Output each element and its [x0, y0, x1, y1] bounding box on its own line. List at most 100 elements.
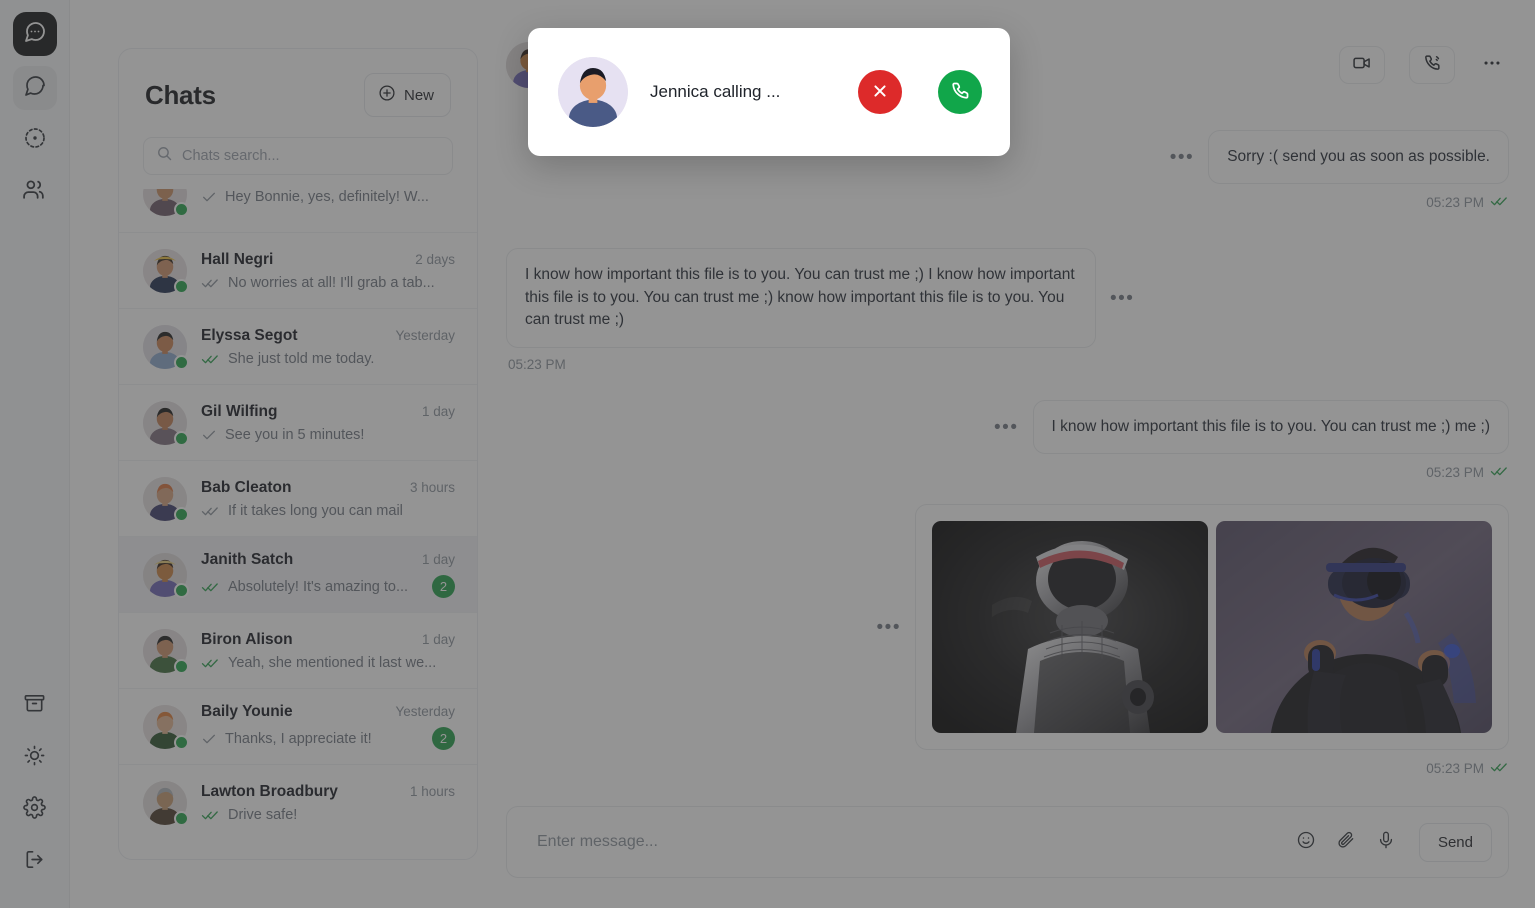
chat-list-item[interactable]: Gil Wilfing 1 day See you in 5 minutes!: [119, 384, 477, 460]
chat-item-time: 1 hours: [410, 784, 455, 799]
chat-item-top-line: Baily Younie Yesterday: [201, 703, 455, 721]
chat-item-bottom-line: No worries at all! I'll grab a tab...: [201, 275, 455, 291]
message-options-icon[interactable]: •••: [1110, 289, 1134, 308]
chat-item-name: Bab Cleaton: [201, 479, 291, 497]
message-time: 05:23 PM: [1426, 761, 1484, 776]
search-input[interactable]: [143, 137, 453, 175]
contacts-people-icon: [22, 177, 47, 207]
sidebar-item-chats[interactable]: [13, 66, 57, 110]
chat-item-avatar: [143, 705, 187, 749]
logout-icon: [23, 848, 46, 876]
emoji-smiley-icon: [1296, 830, 1316, 855]
chat-item-name: Lawton Broadbury: [201, 783, 338, 801]
chat-list-item[interactable]: Janith Satch 1 day Absolutely! It's amaz…: [119, 536, 477, 612]
online-status-dot: [174, 583, 189, 598]
online-status-dot: [174, 659, 189, 674]
audio-call-button[interactable]: [1409, 46, 1455, 84]
sidebar-item-contacts[interactable]: [13, 170, 57, 214]
chat-item-top-line: Hall Negri 2 days: [201, 251, 455, 269]
voice-record-button[interactable]: [1369, 825, 1403, 859]
sidebar-item-settings[interactable]: [13, 788, 57, 832]
accept-call-button[interactable]: [938, 70, 982, 114]
chat-list-items: Hey Bonnie, yes, definitely! W... Hall N…: [119, 189, 477, 840]
chat-item-preview: If it takes long you can mail: [228, 503, 455, 519]
message-row: ••• I know how important this file is to …: [506, 400, 1509, 454]
avatar: [558, 57, 628, 127]
paperclip-icon: [1336, 830, 1356, 855]
chat-item-bottom-line: Hey Bonnie, yes, definitely! W...: [201, 189, 455, 205]
chat-item-preview: Thanks, I appreciate it!: [225, 731, 424, 747]
chat-item-content: Lawton Broadbury 1 hours Drive safe!: [201, 783, 455, 823]
chat-list-item[interactable]: Lawton Broadbury 1 hours Drive safe!: [119, 764, 477, 840]
message-time: 05:23 PM: [508, 357, 566, 372]
online-status-dot: [174, 735, 189, 750]
chat-item-bottom-line: If it takes long you can mail: [201, 503, 455, 519]
message-time: 05:23 PM: [1426, 465, 1484, 480]
new-chat-button[interactable]: New: [364, 73, 451, 117]
chat-list-scroll[interactable]: Hey Bonnie, yes, definitely! W... Hall N…: [119, 189, 477, 859]
chat-item-content: Elyssa Segot Yesterday She just told me …: [201, 327, 455, 367]
chat-item-avatar: [143, 189, 187, 216]
chat-item-content: Hey Bonnie, yes, definitely! W...: [201, 189, 455, 205]
message-row: I know how important this file is to you…: [506, 248, 1509, 347]
decline-call-button[interactable]: [858, 70, 902, 114]
image-attachment-group[interactable]: [915, 504, 1509, 750]
sidebar-item-logout[interactable]: [13, 840, 57, 884]
more-horizontal-icon: [1481, 52, 1503, 79]
message: ••• I know how important this file is to …: [506, 400, 1509, 482]
sidebar-item-archive[interactable]: [13, 684, 57, 728]
read-receipt-icon: [201, 731, 217, 747]
chat-item-content: Gil Wilfing 1 day See you in 5 minutes!: [201, 403, 455, 443]
emoji-button[interactable]: [1289, 825, 1323, 859]
app-logo[interactable]: [13, 12, 57, 56]
send-button[interactable]: Send: [1419, 823, 1492, 862]
caller-avatar: [558, 57, 628, 127]
phone-call-icon: [1422, 53, 1442, 78]
gear-icon: [23, 796, 46, 824]
chat-item-name: Elyssa Segot: [201, 327, 298, 345]
chat-item-content: Baily Younie Yesterday Thanks, I appreci…: [201, 703, 455, 750]
app-root: Chats New: [0, 0, 1535, 908]
read-receipt-icon: [201, 503, 220, 519]
chat-list-item[interactable]: Hall Negri 2 days No worries at all! I'l…: [119, 232, 477, 308]
chat-item-time: 3 hours: [410, 480, 455, 495]
read-receipt-icon: [1490, 759, 1509, 778]
chat-item-preview: Hey Bonnie, yes, definitely! W...: [225, 189, 455, 205]
message-options-icon[interactable]: •••: [877, 618, 901, 637]
chat-item-name: Baily Younie: [201, 703, 293, 721]
online-status-dot: [174, 507, 189, 522]
message-time: 05:23 PM: [1426, 195, 1484, 210]
video-call-button[interactable]: [1339, 46, 1385, 84]
chat-item-top-line: Biron Alison 1 day: [201, 631, 455, 649]
chat-item-bottom-line: Drive safe!: [201, 807, 455, 823]
sidebar-item-theme[interactable]: [13, 736, 57, 780]
online-status-dot: [174, 355, 189, 370]
messages-area: •••Sorry :( send you as soon as possible…: [498, 130, 1535, 806]
chat-list-item[interactable]: Hey Bonnie, yes, definitely! W...: [119, 189, 477, 232]
message-bubble: I know how important this file is to you…: [1033, 400, 1510, 454]
chat-list-item[interactable]: Baily Younie Yesterday Thanks, I appreci…: [119, 688, 477, 764]
chat-list-item[interactable]: Elyssa Segot Yesterday She just told me …: [119, 308, 477, 384]
chat-item-name: Biron Alison: [201, 631, 293, 649]
message: I know how important this file is to you…: [506, 248, 1509, 371]
message-options-icon[interactable]: •••: [994, 418, 1018, 437]
chat-item-time: 2 days: [415, 252, 455, 267]
online-status-dot: [174, 279, 189, 294]
message-input[interactable]: [537, 833, 1283, 851]
chat-item-preview: She just told me today.: [228, 351, 455, 367]
image-attachment[interactable]: [1216, 521, 1492, 733]
chat-item-preview: See you in 5 minutes!: [225, 427, 455, 443]
chat-item-top-line: Janith Satch 1 day: [201, 551, 455, 569]
chat-item-preview: Drive safe!: [228, 807, 455, 823]
chat-dots-logo-icon: [23, 20, 47, 49]
sidebar-item-status[interactable]: [13, 118, 57, 162]
left-nav-rail: [0, 0, 70, 908]
chat-list-item[interactable]: Biron Alison 1 day Yeah, she mentioned i…: [119, 612, 477, 688]
phone-icon: [949, 80, 971, 105]
attach-button[interactable]: [1329, 825, 1363, 859]
message-options-icon[interactable]: •••: [1170, 148, 1194, 167]
chat-list-item[interactable]: Bab Cleaton 3 hours If it takes long you…: [119, 460, 477, 536]
conversation-more-button[interactable]: [1475, 48, 1509, 82]
image-attachment[interactable]: [932, 521, 1208, 733]
caller-status-text: Jennica calling ...: [650, 82, 836, 102]
